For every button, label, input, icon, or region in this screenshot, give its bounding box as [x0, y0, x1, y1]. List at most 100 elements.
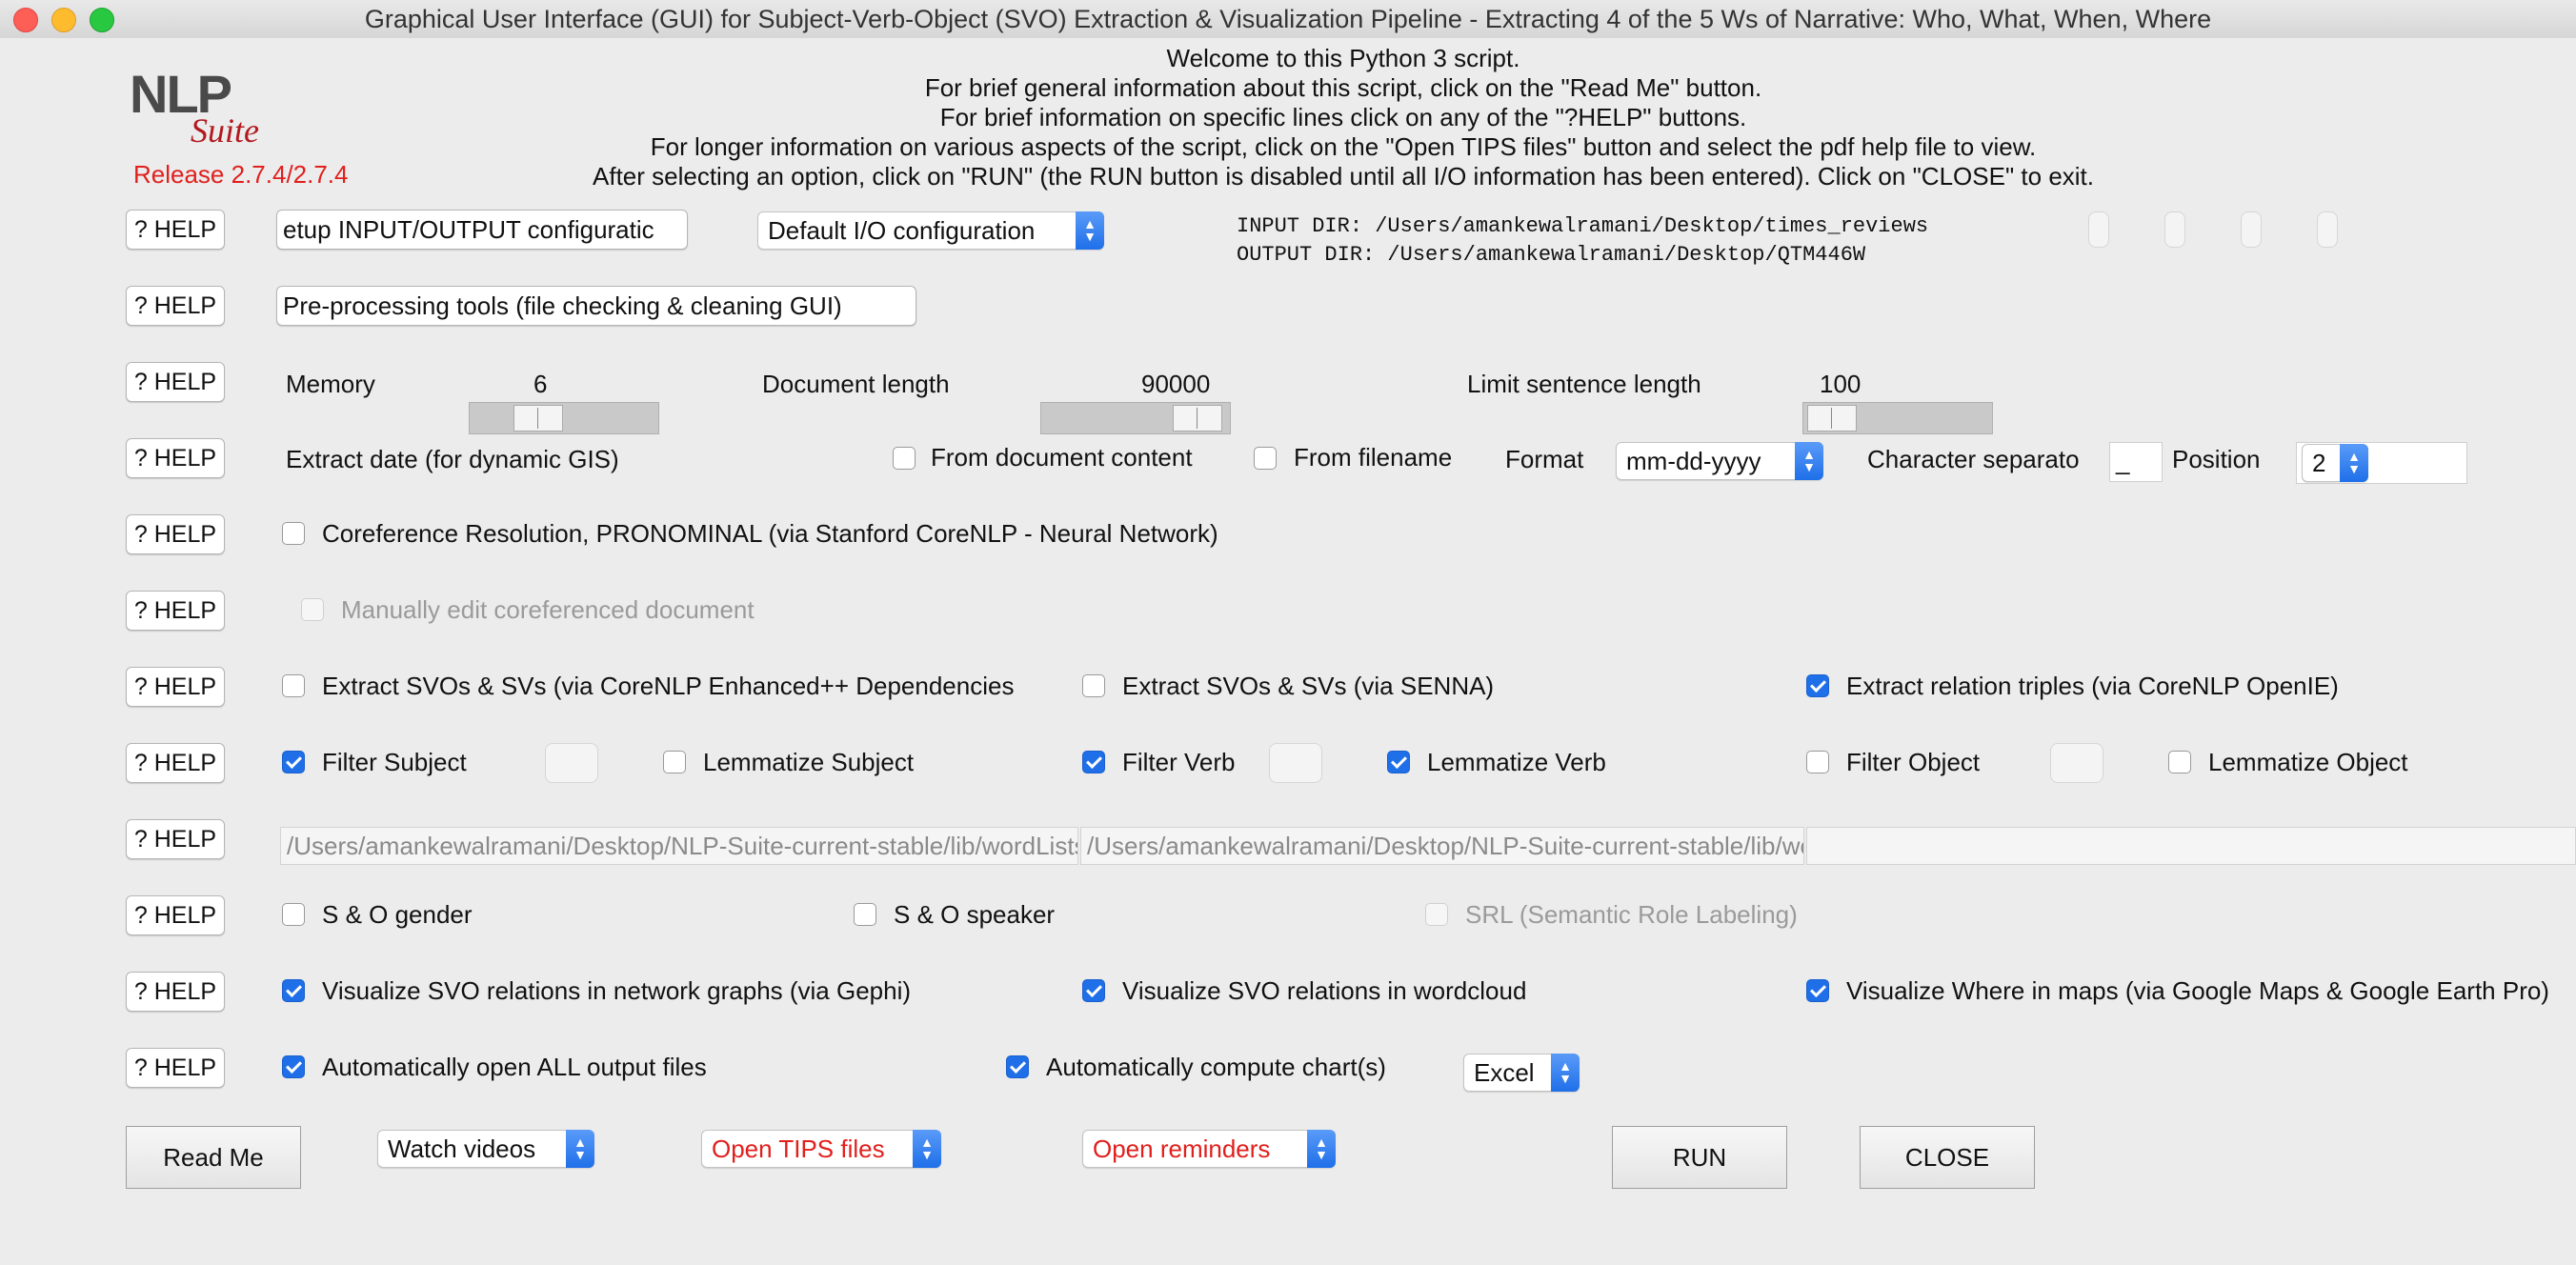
- welcome-line-4: For longer information on various aspect…: [650, 132, 2037, 161]
- sentence-length-slider-thumb[interactable]: [1807, 405, 1857, 432]
- document-length-slider-thumb[interactable]: [1173, 405, 1222, 432]
- io-open-button-3[interactable]: [2241, 211, 2262, 248]
- corenlp-enhanced-label: Extract SVOs & SVs (via CoreNLP Enhanced…: [322, 672, 1015, 700]
- sentence-length-label: Limit sentence length: [1467, 370, 1701, 398]
- position-value: 2: [2312, 449, 2326, 477]
- welcome-line-2: For brief general information about this…: [924, 73, 1762, 102]
- lemmatize-verb-label: Lemmatize Verb: [1427, 748, 1606, 776]
- help-button-output[interactable]: ? HELP: [126, 1048, 225, 1088]
- filter-object-file-button[interactable]: [2050, 743, 2103, 783]
- lemmatize-object-label: Lemmatize Object: [2208, 748, 2408, 776]
- position-select[interactable]: 2 ▲ ▼: [2302, 444, 2368, 482]
- sentence-length-slider[interactable]: [1802, 402, 1993, 434]
- help-button-date[interactable]: ? HELP: [126, 438, 225, 478]
- io-open-button-4[interactable]: [2317, 211, 2338, 248]
- character-separator-label: Character separato: [1867, 445, 2080, 473]
- filter-subject-label: Filter Subject: [322, 748, 467, 776]
- filter-subject-file-button[interactable]: [545, 743, 598, 783]
- wordcloud-checkbox[interactable]: [1082, 979, 1105, 1002]
- chart-package-value: Excel: [1474, 1058, 1535, 1087]
- wordcloud-label: Visualize SVO relations in wordcloud: [1122, 976, 1527, 1005]
- logo-suite: Suite: [191, 111, 259, 150]
- close-button[interactable]: CLOSE: [1860, 1126, 2035, 1189]
- from-content-checkbox[interactable]: [893, 447, 916, 470]
- senna-label: Extract SVOs & SVs (via SENNA): [1122, 672, 1495, 700]
- maps-label: Visualize Where in maps (via Google Maps…: [1846, 976, 2549, 1005]
- extract-date-label: Extract date (for dynamic GIS): [286, 445, 619, 473]
- so-gender-checkbox[interactable]: [282, 903, 305, 926]
- help-button-manual-edit[interactable]: ? HELP: [126, 591, 225, 631]
- lemmatize-verb-checkbox[interactable]: [1387, 751, 1410, 773]
- from-filename-label: From filename: [1294, 443, 1453, 472]
- chevron-updown-icon: ▲ ▼: [1795, 442, 1823, 480]
- help-button-io[interactable]: ? HELP: [126, 210, 225, 250]
- lemmatize-object-checkbox[interactable]: [2168, 751, 2191, 773]
- filter-object-label: Filter Object: [1846, 748, 1981, 776]
- character-separator-input[interactable]: _: [2109, 442, 2163, 482]
- filter-verb-label: Filter Verb: [1122, 748, 1236, 776]
- openie-checkbox[interactable]: [1806, 674, 1829, 697]
- watch-videos-select[interactable]: Watch videos ▲ ▼: [377, 1130, 594, 1168]
- window-title: Graphical User Interface (GUI) for Subje…: [364, 5, 2212, 33]
- so-speaker-checkbox[interactable]: [854, 903, 876, 926]
- open-tips-label: Open TIPS files: [712, 1134, 885, 1163]
- object-list-path[interactable]: [1806, 827, 2576, 865]
- io-open-button-2[interactable]: [2164, 211, 2185, 248]
- help-button-visualize[interactable]: ? HELP: [126, 972, 225, 1012]
- srl-checkbox[interactable]: [1425, 903, 1448, 926]
- compute-charts-label: Automatically compute chart(s): [1046, 1053, 1386, 1081]
- verb-list-path[interactable]: /Users/amankewalramani/Desktop/NLP-Suite…: [1080, 827, 1804, 865]
- filter-subject-checkbox[interactable]: [282, 751, 305, 773]
- help-button-so[interactable]: ? HELP: [126, 895, 225, 935]
- open-all-label: Automatically open ALL output files: [322, 1053, 707, 1081]
- help-button-paths[interactable]: ? HELP: [126, 819, 225, 859]
- filter-verb-checkbox[interactable]: [1082, 751, 1105, 773]
- open-reminders-select[interactable]: Open reminders ▲ ▼: [1082, 1130, 1336, 1168]
- open-all-checkbox[interactable]: [282, 1055, 305, 1078]
- openie-label: Extract relation triples (via CoreNLP Op…: [1846, 672, 2339, 700]
- senna-checkbox[interactable]: [1082, 674, 1105, 697]
- welcome-line-3: For brief information on specific lines …: [939, 103, 1747, 131]
- chevron-updown-icon: ▲ ▼: [913, 1130, 941, 1168]
- memory-slider-thumb[interactable]: [513, 405, 563, 432]
- help-button-sliders[interactable]: ? HELP: [126, 362, 225, 402]
- io-open-button-1[interactable]: [2088, 211, 2109, 248]
- filter-object-checkbox[interactable]: [1806, 751, 1829, 773]
- help-button-preprocessing[interactable]: ? HELP: [126, 286, 225, 326]
- from-filename-checkbox[interactable]: [1254, 447, 1277, 470]
- input-dir-label: INPUT DIR: /Users/amankewalramani/Deskto…: [1237, 214, 1929, 238]
- read-me-button[interactable]: Read Me: [126, 1126, 301, 1189]
- date-format-select[interactable]: mm-dd-yyyy ▲ ▼: [1616, 442, 1823, 480]
- chevron-updown-icon: ▲ ▼: [1076, 211, 1104, 250]
- gephi-checkbox[interactable]: [282, 979, 305, 1002]
- character-separator-value: _: [2116, 447, 2130, 475]
- run-button[interactable]: RUN: [1612, 1126, 1787, 1189]
- setup-io-button[interactable]: etup INPUT/OUTPUT configuratic: [276, 210, 688, 250]
- welcome-line-5: After selecting an option, click on "RUN…: [593, 162, 2094, 191]
- document-length-slider[interactable]: [1040, 402, 1231, 434]
- io-config-select[interactable]: Default I/O configuration ▲ ▼: [757, 211, 1104, 250]
- open-reminders-label: Open reminders: [1093, 1134, 1271, 1163]
- filter-verb-file-button[interactable]: [1269, 743, 1322, 783]
- document-length-value: 90000: [1141, 370, 1211, 398]
- preprocessing-button[interactable]: Pre-processing tools (file checking & cl…: [276, 286, 916, 326]
- srl-label: SRL (Semantic Role Labeling): [1465, 900, 1798, 929]
- chart-package-select[interactable]: Excel ▲ ▼: [1463, 1054, 1580, 1092]
- compute-charts-checkbox[interactable]: [1006, 1055, 1029, 1078]
- gephi-label: Visualize SVO relations in network graph…: [322, 976, 912, 1005]
- help-button-filters[interactable]: ? HELP: [126, 743, 225, 783]
- open-tips-select[interactable]: Open TIPS files ▲ ▼: [701, 1130, 941, 1168]
- lemmatize-subject-checkbox[interactable]: [663, 751, 686, 773]
- chevron-updown-icon: ▲ ▼: [1551, 1054, 1580, 1092]
- maps-checkbox[interactable]: [1806, 979, 1829, 1002]
- help-button-coref[interactable]: ? HELP: [126, 514, 225, 554]
- corenlp-enhanced-checkbox[interactable]: [282, 674, 305, 697]
- chevron-updown-icon: ▲ ▼: [566, 1130, 594, 1168]
- subject-list-path[interactable]: /Users/amankewalramani/Desktop/NLP-Suite…: [280, 827, 1078, 865]
- memory-slider[interactable]: [469, 402, 659, 434]
- from-content-label: From document content: [931, 443, 1193, 472]
- memory-label: Memory: [286, 370, 375, 398]
- help-button-extract[interactable]: ? HELP: [126, 667, 225, 707]
- coref-checkbox[interactable]: [282, 522, 305, 545]
- manual-edit-checkbox[interactable]: [301, 598, 324, 621]
